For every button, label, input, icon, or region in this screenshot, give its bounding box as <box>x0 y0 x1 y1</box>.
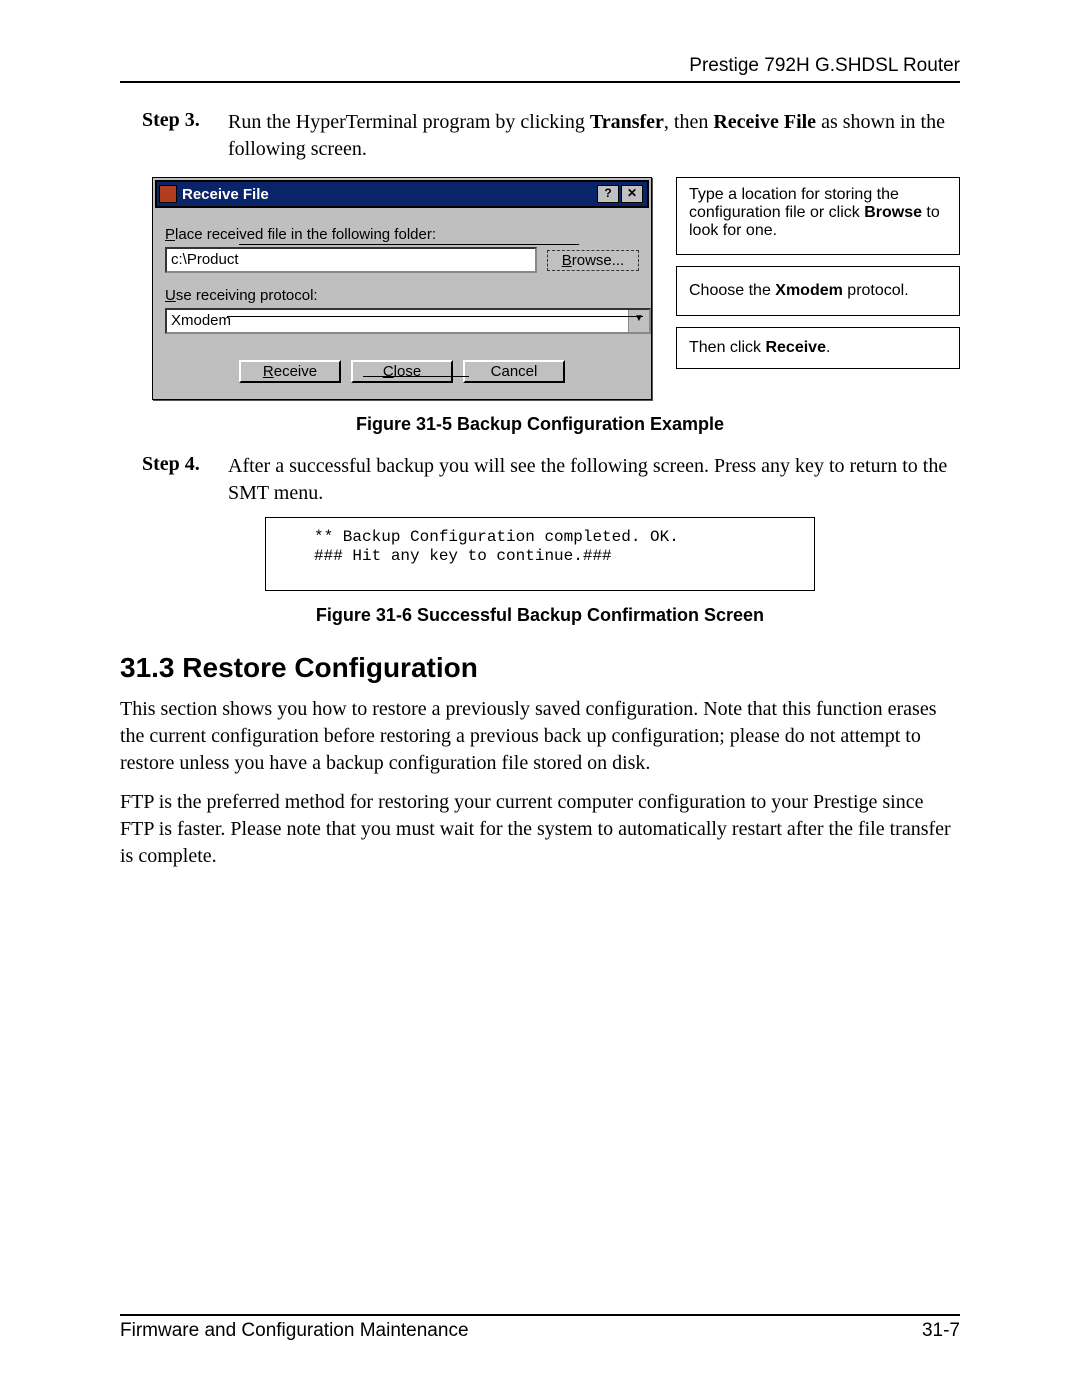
callout-browse: Type a location for storing the configur… <box>676 177 960 255</box>
protocol-select[interactable]: Xmodem ▼ <box>165 308 651 334</box>
c1-bold: Browse <box>864 204 922 221</box>
close-rest: lose <box>394 363 422 380</box>
place-mn: P <box>165 226 175 243</box>
dialog-title: Receive File <box>182 186 269 203</box>
callout-receive: Then click Receive. <box>676 327 960 369</box>
protocol-label: Use receiving protocol: <box>165 287 639 304</box>
header-rule <box>120 81 960 83</box>
step-4: Step 4. After a successful backup you wi… <box>142 453 960 507</box>
step3-bold2: Receive File <box>713 111 816 133</box>
receive-file-dialog: Receive File ? ✕ Place received file in … <box>152 177 652 400</box>
titlebar-close-button[interactable]: ✕ <box>621 185 643 203</box>
place-rest: lace received file in the following fold… <box>175 226 436 243</box>
c2-bold: Xmodem <box>775 282 843 299</box>
footer-rule <box>120 1314 960 1316</box>
section-p1: This section shows you how to restore a … <box>120 696 960 777</box>
app-icon <box>159 185 177 203</box>
chevron-down-icon[interactable]: ▼ <box>628 310 649 332</box>
c2-pre: Choose the <box>689 282 775 299</box>
cancel-button[interactable]: Cancel <box>463 360 565 383</box>
browse-button[interactable]: Browse... <box>547 250 639 271</box>
browse-rest: rowse... <box>572 252 625 269</box>
place-label: Place received file in the following fol… <box>165 226 639 243</box>
figure-31-5-caption: Figure 31-5 Backup Configuration Example <box>120 414 960 435</box>
dialog-titlebar: Receive File ? ✕ <box>155 180 649 208</box>
receive-rest: eceive <box>274 363 317 380</box>
code-l2: ### Hit any key to continue.### <box>314 547 612 565</box>
use-rest: se receiving protocol: <box>176 287 318 304</box>
section-heading: 31.3 Restore Configuration <box>120 652 960 684</box>
step-4-text: After a successful backup you will see t… <box>228 453 960 507</box>
callout-protocol: Choose the Xmodem protocol. <box>676 266 960 316</box>
figure-31-5: Receive File ? ✕ Place received file in … <box>152 177 960 400</box>
code-l1: ** Backup Configuration completed. OK. <box>314 528 679 546</box>
close-mn: C <box>383 363 394 380</box>
receive-button[interactable]: Receive <box>239 360 341 383</box>
figure-31-6-caption: Figure 31-6 Successful Backup Confirmati… <box>120 605 960 626</box>
terminal-output-box: ** Backup Configuration completed. OK. #… <box>265 517 815 591</box>
step-3-text: Run the HyperTerminal program by clickin… <box>228 109 960 163</box>
use-mn: U <box>165 287 176 304</box>
step3-pre: Run the HyperTerminal program by clickin… <box>228 111 590 133</box>
receive-mn: R <box>263 363 274 380</box>
c2-post: protocol. <box>843 282 909 299</box>
close-button[interactable]: Close <box>351 360 453 383</box>
c3-post: . <box>826 339 830 356</box>
dialog-body: Place received file in the following fol… <box>153 210 651 399</box>
c3-pre: Then click <box>689 339 765 356</box>
step-4-label: Step 4. <box>142 453 228 507</box>
footer-right: 31-7 <box>922 1320 960 1342</box>
folder-path-input[interactable]: c:\Product <box>165 247 537 273</box>
step3-bold1: Transfer <box>590 111 664 133</box>
footer-left: Firmware and Configuration Maintenance <box>120 1320 469 1342</box>
browse-mn: B <box>562 252 572 269</box>
c3-bold: Receive <box>765 339 826 356</box>
step-3-label: Step 3. <box>142 109 228 163</box>
page-footer: Firmware and Configuration Maintenance 3… <box>120 1314 960 1342</box>
section-p2: FTP is the preferred method for restorin… <box>120 789 960 870</box>
protocol-value: Xmodem <box>171 312 231 329</box>
titlebar-help-button[interactable]: ? <box>597 185 619 203</box>
step3-mid: , then <box>664 111 713 133</box>
header-product: Prestige 792H G.SHDSL Router <box>120 55 960 77</box>
step-3: Step 3. Run the HyperTerminal program by… <box>142 109 960 163</box>
